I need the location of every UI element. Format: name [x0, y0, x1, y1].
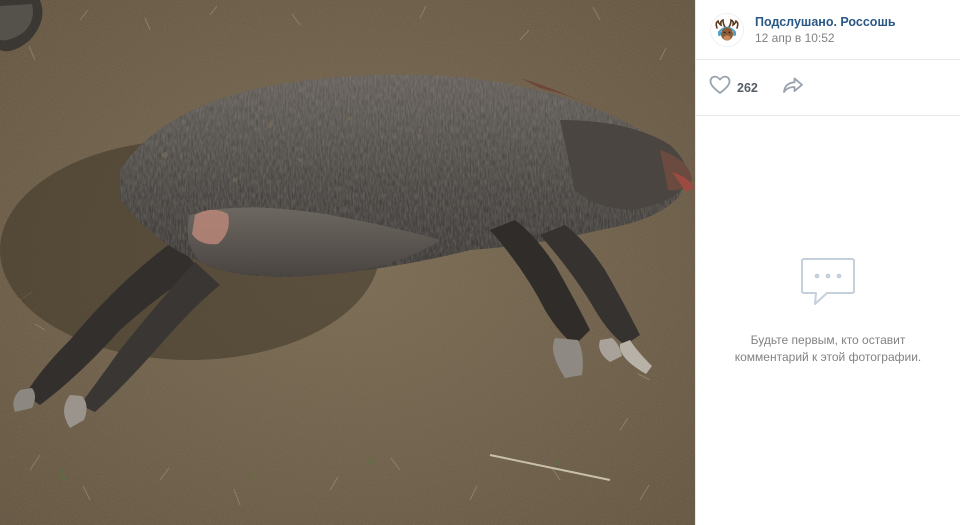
photo-image: [0, 0, 695, 525]
share-arrow-icon: [782, 76, 804, 99]
group-name-link[interactable]: Подслушано. Россошь: [755, 14, 896, 30]
info-panel: Подслушано. Россошь 12 апр в 10:52 262 Б…: [695, 0, 960, 525]
heart-icon: [709, 75, 731, 100]
like-button[interactable]: 262: [709, 75, 758, 100]
share-button[interactable]: [782, 76, 804, 99]
moose-avatar-icon[interactable]: [710, 12, 744, 47]
comment-bubble-icon: [799, 255, 857, 314]
post-date[interactable]: 12 апр в 10:52: [755, 30, 896, 46]
comments-empty-state: Будьте первым, кто оставит комментарий к…: [696, 116, 960, 525]
empty-comments-text: Будьте первым, кто оставит комментарий к…: [723, 332, 933, 366]
post-author: Подслушано. Россошь 12 апр в 10:52: [696, 0, 960, 60]
empty-comments-line-2: комментарий к этой фотографии.: [734, 350, 922, 364]
photo[interactable]: [0, 0, 695, 525]
like-count: 262: [737, 80, 758, 95]
photo-viewer: Подслушано. Россошь 12 апр в 10:52 262 Б…: [0, 0, 960, 525]
post-actions: 262: [696, 60, 960, 116]
empty-comments-line-1: Будьте первым, кто оставит: [750, 333, 906, 347]
